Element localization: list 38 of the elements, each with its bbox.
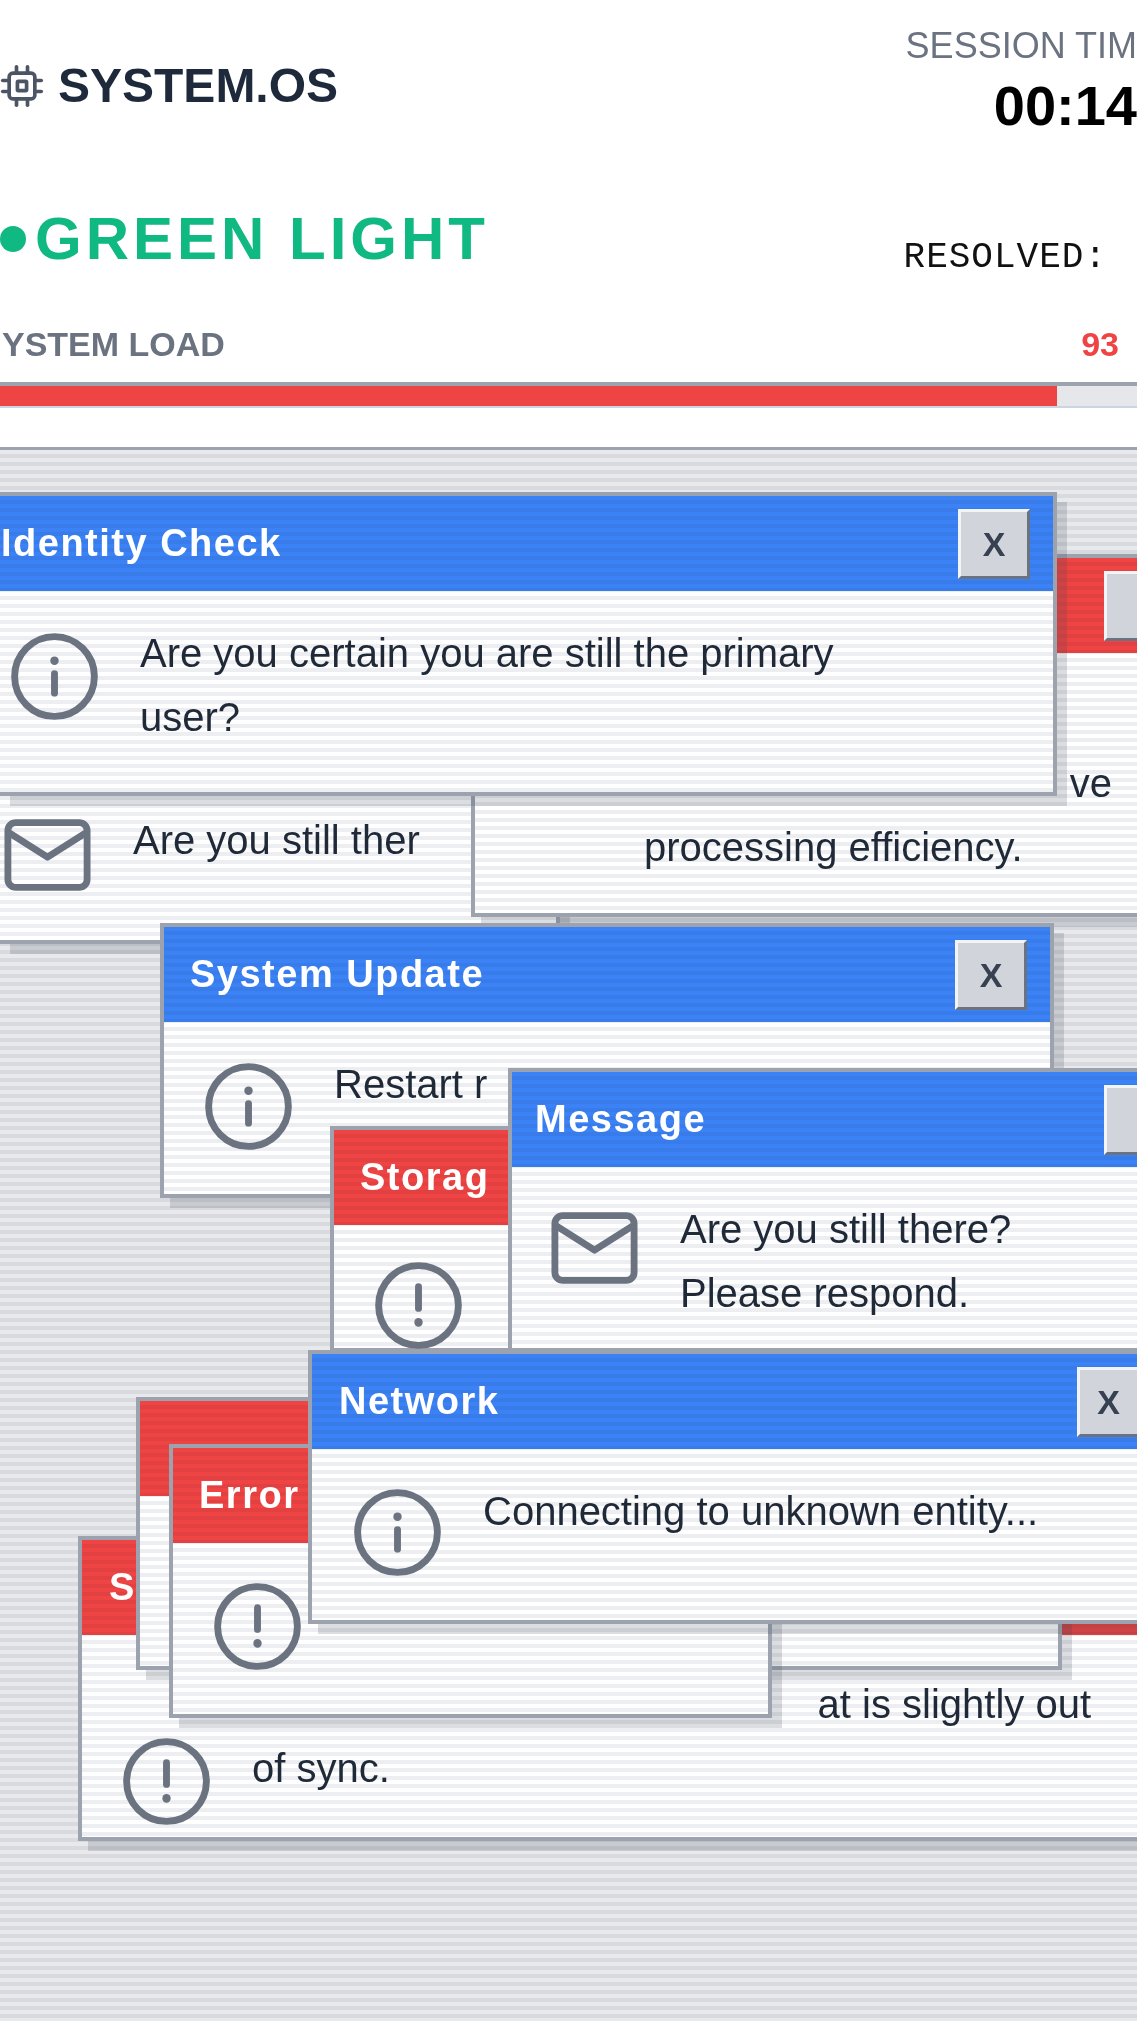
message-text: Restart r — [334, 1061, 488, 1108]
session-timer: 00:14 — [993, 75, 1137, 137]
dialog-title: Identity Check — [1, 520, 282, 566]
dialog-title: System Update — [190, 951, 485, 997]
close-button[interactable]: X — [1077, 1366, 1137, 1437]
close-button[interactable]: X — [955, 939, 1027, 1010]
envelope-icon — [551, 1212, 638, 1284]
message-text: at is slightly out — [817, 1681, 1091, 1728]
dialog-title: Error — [199, 1472, 300, 1518]
message-text: processing efficiency. — [644, 824, 1023, 871]
exclamation-icon — [375, 1262, 462, 1349]
status-light-icon — [0, 225, 26, 252]
brand-name: SYSTEM.OS — [58, 58, 339, 114]
chip-icon — [0, 63, 44, 108]
message-text: Are you certain you are still the primary user? — [140, 630, 834, 741]
close-button[interactable]: X — [958, 508, 1030, 579]
close-button[interactable] — [1104, 570, 1137, 641]
close-button[interactable] — [1104, 1084, 1137, 1155]
message-text: Are you still there? Please respond. — [680, 1206, 1012, 1317]
message-text: Are you still ther — [133, 817, 420, 864]
resolved-label: RESOLVED: — [903, 235, 1107, 279]
message-text: Connecting to unknown entity... — [483, 1488, 1039, 1535]
exclamation-icon — [123, 1738, 210, 1825]
system-load-label: YSTEM LOAD — [2, 323, 225, 365]
dialog-title: Message — [535, 1096, 707, 1142]
system-load-reading: 93 — [1081, 323, 1119, 365]
status-label: GREEN LIGHT — [35, 203, 489, 274]
info-icon — [11, 633, 98, 720]
info-icon — [354, 1489, 441, 1576]
dialog-title: Storag — [360, 1154, 490, 1200]
info-icon — [205, 1063, 292, 1150]
message-text: ve — [1069, 760, 1112, 807]
dialog-title: Network — [339, 1378, 500, 1424]
session-timer-label: SESSION TIM — [905, 24, 1137, 68]
message-text: of sync. — [252, 1745, 390, 1792]
envelope-icon — [4, 819, 91, 891]
exclamation-icon — [214, 1583, 301, 1670]
dialog-title: S — [109, 1564, 136, 1610]
